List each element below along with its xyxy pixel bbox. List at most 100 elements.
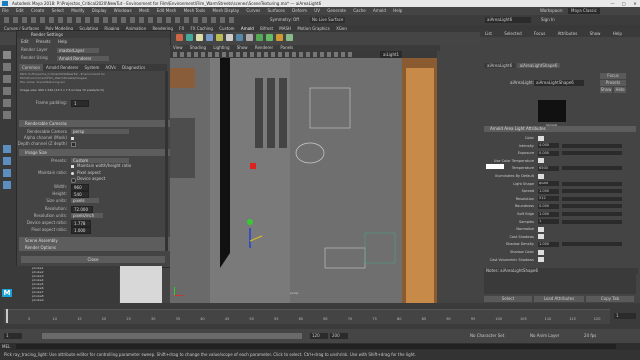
shelf-tab-fx[interactable]: FX <box>179 26 184 31</box>
volume-icon[interactable] <box>266 34 273 41</box>
tab-system[interactable]: System <box>82 64 103 71</box>
ae-attr-slider[interactable] <box>562 219 622 224</box>
ae-attr-field[interactable]: 1.000 <box>538 211 559 217</box>
ae-attr-field[interactable]: quad <box>538 181 559 187</box>
mel-input[interactable] <box>16 344 616 349</box>
menu-generate[interactable]: Generate <box>327 8 346 13</box>
sign-in-button[interactable]: Sign In <box>541 17 555 23</box>
close-button[interactable]: Close <box>21 256 165 263</box>
ae-attr-field[interactable]: 512 <box>538 196 559 202</box>
ae-attr-field[interactable]: 1.000 <box>538 188 559 194</box>
flush-cache-icon[interactable] <box>276 34 283 41</box>
ae-attr-field[interactable] <box>538 173 544 179</box>
ae-menu-selected[interactable]: Selected <box>501 30 524 37</box>
depth-checkbox[interactable] <box>71 142 76 147</box>
shelf-tab-bifrost[interactable]: Bifrost <box>260 26 273 31</box>
shelf-tab-arnold[interactable]: Arnold <box>241 26 254 31</box>
width-field[interactable]: 960 <box>71 184 89 191</box>
no-live-surface[interactable]: No Live Surface <box>310 17 346 23</box>
vp-menu-view[interactable]: View <box>173 45 183 50</box>
tab-arnold-renderer[interactable]: Arnold Renderer <box>43 64 81 71</box>
shelf-tab-mash[interactable]: MASH <box>279 26 291 31</box>
renderable-cameras-section[interactable]: Renderable Cameras <box>19 120 171 127</box>
rs-scrollbar[interactable] <box>165 71 168 251</box>
ae-attr-field[interactable] <box>538 249 544 255</box>
menu-windows[interactable]: Windows <box>114 8 132 13</box>
ae-attr-slider[interactable] <box>562 166 622 171</box>
ae-attr-slider[interactable] <box>562 204 622 209</box>
rs-menu-presets[interactable]: Presets <box>36 39 51 44</box>
ae-menu-attributes[interactable]: Attributes <box>555 30 581 37</box>
outliner-item[interactable]: pCube9 <box>32 298 44 302</box>
maximize-button[interactable]: □ <box>619 0 629 7</box>
standin-icon[interactable] <box>256 34 263 41</box>
anim-layer-dropdown[interactable]: No Anim Layer <box>530 333 559 339</box>
vp-menu-lighting[interactable]: Lighting <box>213 45 229 50</box>
ae-menu-show[interactable]: Show <box>587 30 604 37</box>
vp-menu-show[interactable]: Show <box>237 45 248 50</box>
mesh-light-icon[interactable] <box>216 34 223 41</box>
layout-two-icon[interactable] <box>3 169 11 177</box>
ae-attr-field[interactable] <box>538 234 544 240</box>
ae-attr-slider[interactable] <box>562 181 622 186</box>
menu-edit-mesh[interactable]: Edit Mesh <box>157 8 177 13</box>
start-frame-field[interactable]: 1 <box>4 333 22 339</box>
pixel-aspect-ratio-field[interactable]: 1.000 <box>71 227 91 234</box>
paint-tool-icon[interactable] <box>3 75 11 83</box>
ae-node-name-field[interactable]: aiAreaLightShape6 <box>534 80 584 86</box>
photometric-light-icon[interactable] <box>226 34 233 41</box>
ae-attr-field[interactable] <box>538 226 544 232</box>
rs-menu-help[interactable]: Help <box>58 39 67 44</box>
skydome-light-icon[interactable] <box>206 34 213 41</box>
ae-attr-slider[interactable] <box>562 189 622 194</box>
menu-modify[interactable]: Modify <box>71 8 84 13</box>
image-size-section[interactable]: Image Size <box>19 149 171 156</box>
ae-attr-field[interactable]: 4.000 <box>538 143 559 149</box>
scale-tool-icon[interactable] <box>3 111 11 119</box>
menu-cache[interactable]: Cache <box>353 8 365 13</box>
range-end-field[interactable]: 200 <box>330 333 348 339</box>
ae-section-header[interactable]: Arnold Area Light Attributes <box>484 126 636 132</box>
render-view-icon[interactable] <box>176 34 183 41</box>
node-tab-shape[interactable]: aiAreaLightShape6 <box>516 63 561 68</box>
ae-attr-slider[interactable] <box>562 143 622 148</box>
menu-surfaces[interactable]: Surfaces <box>268 8 285 13</box>
ae-menu-focus[interactable]: Focus <box>531 30 548 37</box>
menu-arnold[interactable]: Arnold <box>373 8 386 13</box>
ae-menu-help[interactable]: Help <box>610 30 625 37</box>
ae-attr-slider[interactable] <box>562 151 622 156</box>
scene-assembly-section[interactable]: Scene Assembly <box>19 237 171 244</box>
render-layer-dropdown[interactable]: masterLayer <box>57 48 99 53</box>
size-units-dropdown[interactable]: pixels <box>71 198 99 203</box>
current-frame-marker[interactable] <box>6 309 8 323</box>
layout-single-icon[interactable] <box>3 145 11 153</box>
ae-menu-list[interactable]: List <box>482 30 495 37</box>
rs-menu-edit[interactable]: Edit <box>21 39 29 44</box>
close-window-button[interactable]: ✕ <box>630 0 640 7</box>
menu-create[interactable]: Create <box>31 8 44 13</box>
maintain-ratio-checkbox[interactable] <box>71 165 74 168</box>
menu-uv[interactable]: UV <box>314 8 320 13</box>
ae-focus-button[interactable]: Focus <box>600 73 626 79</box>
shelf-tab-motion-graphics[interactable]: Motion Graphics <box>297 26 330 31</box>
rotate-tool-icon[interactable] <box>3 99 11 107</box>
device-aspect-radio[interactable] <box>71 178 76 183</box>
time-slider[interactable]: 5 10 15 20 25 30 35 40 45 50 55 60 65 70 75 80 85 90 95 100… <box>0 303 640 329</box>
menu-curves[interactable]: Curves <box>246 8 260 13</box>
ae-attr-field[interactable]: 0.000 <box>538 203 559 209</box>
render-options-section[interactable]: Render Options <box>19 244 171 251</box>
symmetry-status[interactable]: Symmetry: Off <box>270 17 299 23</box>
vp-menu-renderer[interactable]: Renderer <box>255 45 273 50</box>
ae-attr-slider[interactable] <box>562 196 622 201</box>
layout-outliner-icon[interactable] <box>3 181 11 189</box>
menu-select[interactable]: Select <box>52 8 64 13</box>
resolution-field[interactable]: 72.000 <box>71 206 93 213</box>
menu-help[interactable]: Help <box>393 8 402 13</box>
device-aspect-ratio-field[interactable]: 1.778 <box>71 220 91 227</box>
ae-presets-button[interactable]: Presets <box>600 80 626 86</box>
fps-dropdown[interactable]: 24 fps <box>584 333 596 339</box>
end-frame-field[interactable]: 120 <box>310 333 328 339</box>
shelf-tab-xgen[interactable]: XGen <box>336 26 347 31</box>
menu-deform[interactable]: Deform <box>292 8 307 13</box>
resolution-units-dropdown[interactable]: pixels/inch <box>71 213 103 218</box>
